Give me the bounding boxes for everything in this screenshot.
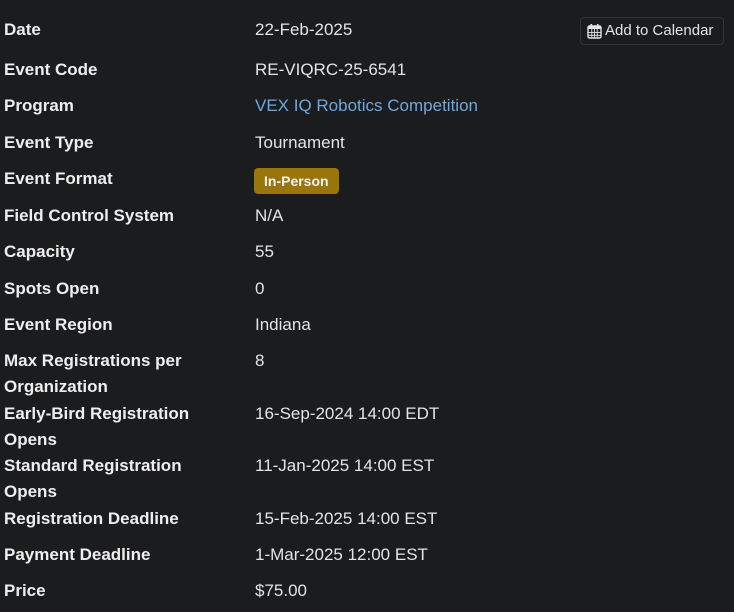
registration-deadline-value: 15-Feb-2025 14:00 EST [255,509,438,528]
date-label: Date [4,20,41,39]
program-link[interactable]: VEX IQ Robotics Competition [255,93,478,119]
event-format-badge: In-Person [254,168,339,194]
spots-open-value: 0 [255,279,265,298]
add-to-calendar-button[interactable]: Add to Calendar [580,17,724,45]
date-value: 22-Feb-2025 [255,20,353,39]
event-region-label: Event Region [4,315,113,334]
standard-registration-label: Standard Registration Opens [4,456,182,501]
standard-registration-value: 11-Jan-2025 14:00 EST [255,456,435,475]
program-label: Program [4,96,74,115]
registration-deadline-label: Registration Deadline [4,509,179,528]
capacity-value: 55 [255,242,274,261]
max-registrations-label: Max Registrations per Organization [4,351,182,396]
event-region-value: Indiana [255,315,311,334]
price-label: Price [4,581,46,600]
field-control-system-label: Field Control System [4,206,175,225]
event-code-label: Event Code [4,60,98,79]
event-format-label: Event Format [4,169,113,188]
event-type-label: Event Type [4,133,94,152]
add-to-calendar-label: Add to Calendar [605,22,714,39]
price-value: $75.00 [255,581,307,600]
max-registrations-value: 8 [255,351,265,370]
field-control-system-value: N/A [255,206,284,225]
payment-deadline-value: 1-Mar-2025 12:00 EST [255,545,428,564]
calendar-icon [587,23,605,39]
early-bird-registration-label: Early-Bird Registration Opens [4,404,190,449]
event-code-value: RE-VIQRC-25-6541 [255,60,407,79]
early-bird-registration-value: 16-Sep-2024 14:00 EDT [255,404,440,423]
capacity-label: Capacity [4,242,75,261]
payment-deadline-label: Payment Deadline [4,545,151,564]
spots-open-label: Spots Open [4,279,100,298]
event-type-value: Tournament [255,133,345,152]
